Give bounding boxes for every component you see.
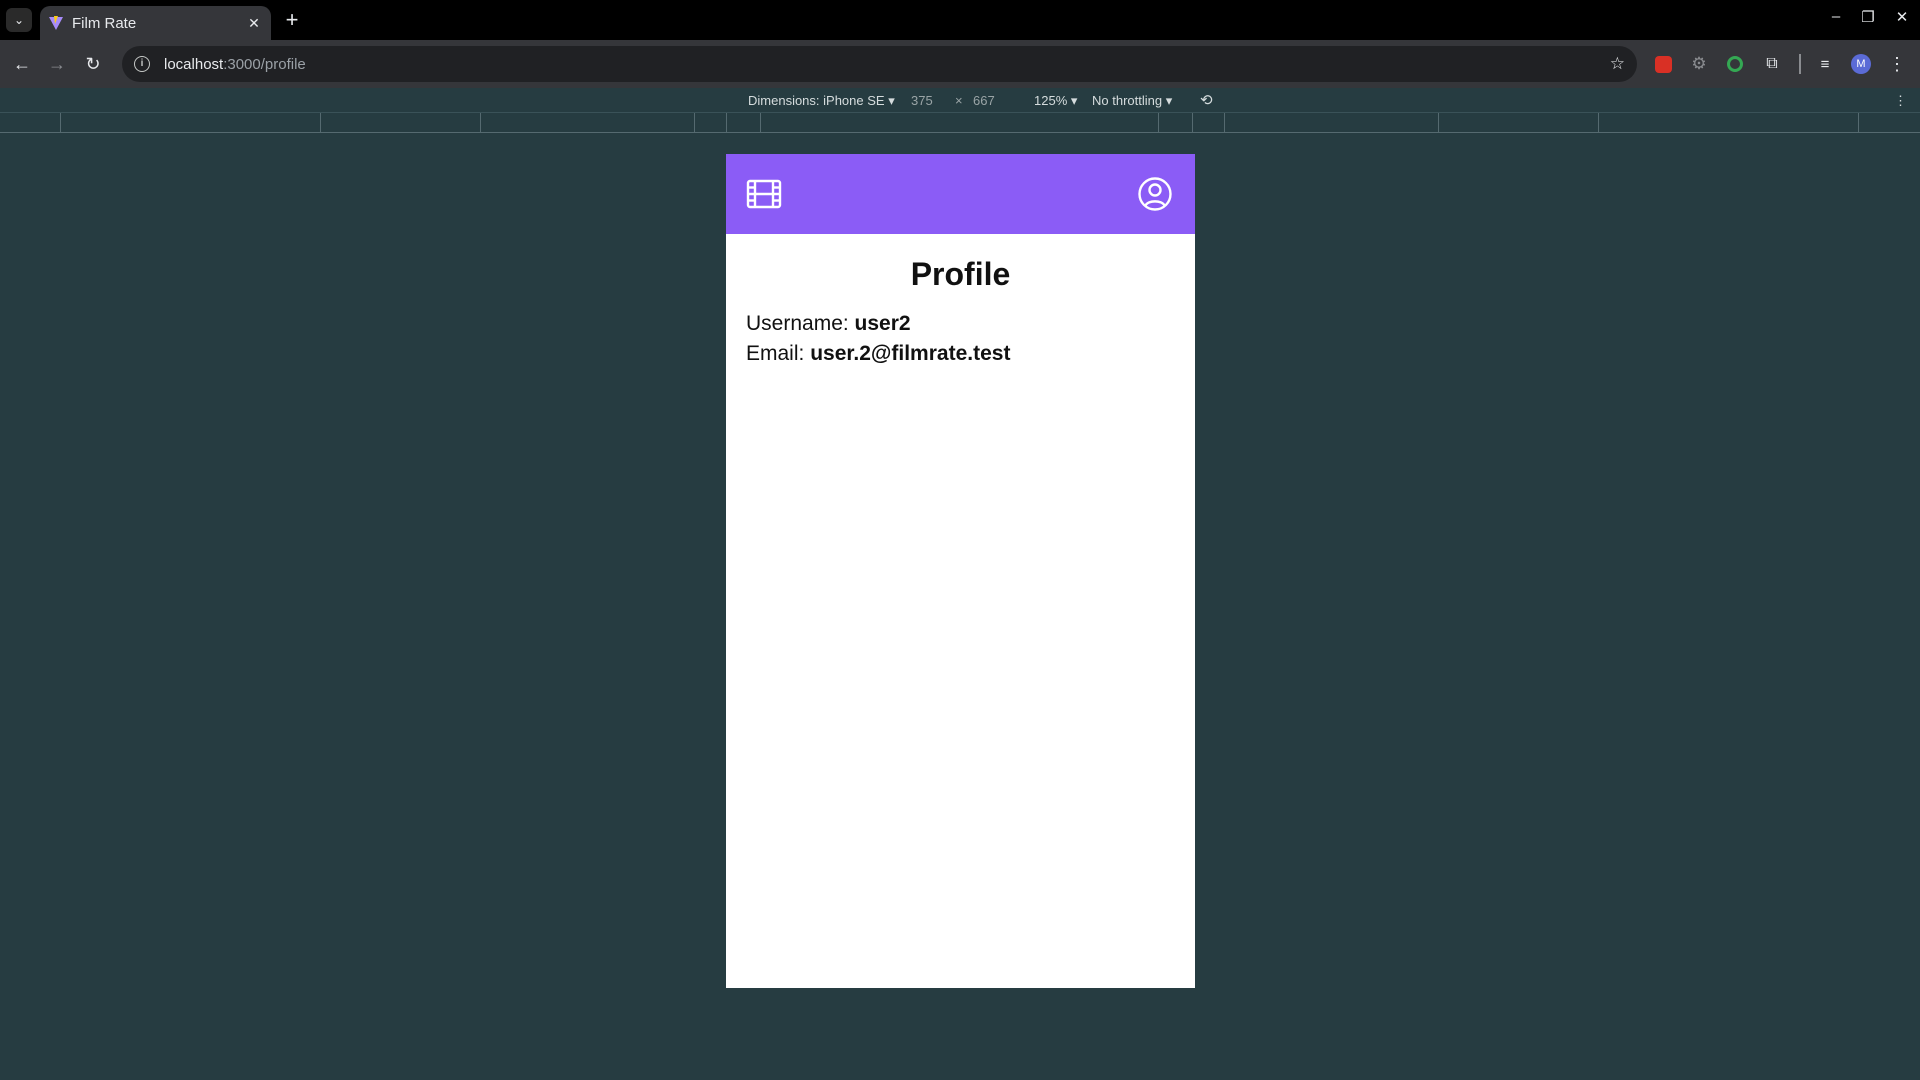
reload-icon[interactable]: ↻ — [81, 52, 105, 76]
browser-toolbar: ← → ↻ i localhost:3000/profile ☆ ⚙ ⧉ ≡ M… — [0, 40, 1920, 88]
extension-red-icon[interactable] — [1652, 53, 1674, 75]
throttling-select[interactable]: No throttling ▾ — [1092, 93, 1172, 109]
device-dimensions-select[interactable]: Dimensions: iPhone SE ▾ — [748, 93, 895, 109]
dimension-separator: × — [955, 93, 963, 108]
window-close-icon[interactable]: ✕ — [1890, 8, 1914, 26]
page-title: Profile — [910, 256, 1011, 292]
device-toolbar: Dimensions: iPhone SE ▾ 375 × 667 125% ▾… — [0, 88, 1920, 113]
address-bar[interactable]: i localhost:3000/profile ☆ — [122, 46, 1637, 82]
email-row: Email: user.2@filmrate.test — [746, 339, 1175, 369]
forward-arrow-icon[interactable]: → — [45, 52, 69, 76]
film-icon[interactable] — [746, 176, 782, 212]
profile-info: Username: user2 Email: user.2@filmrate.t… — [726, 309, 1195, 369]
chevron-down-icon: ⌄ — [13, 13, 25, 27]
tab-strip: ⌄ Film Rate ✕ + – ❐ ✕ — [0, 0, 1920, 40]
bookmark-star-icon[interactable]: ☆ — [1610, 54, 1625, 74]
app-header — [726, 154, 1195, 234]
username-row: Username: user2 — [746, 309, 1175, 339]
username-value: user2 — [854, 312, 911, 335]
device-height-input[interactable]: 667 — [973, 93, 995, 108]
device-toolbar-menu-icon[interactable]: ⋮ — [1894, 93, 1907, 109]
user-circle-icon[interactable] — [1137, 176, 1173, 212]
site-info-icon[interactable]: i — [134, 56, 150, 72]
minimize-icon[interactable]: – — [1824, 8, 1848, 25]
new-tab-button[interactable]: + — [282, 7, 302, 33]
url-text[interactable]: localhost:3000/profile — [164, 56, 306, 73]
zoom-select[interactable]: 125% ▾ — [1034, 93, 1077, 109]
username-label: Username: — [746, 312, 849, 335]
toolbar-divider — [1799, 54, 1801, 74]
tab-search-button[interactable]: ⌄ — [6, 8, 32, 32]
media-query-ruler — [0, 113, 1920, 133]
media-controls-icon[interactable]: ≡ — [1814, 53, 1836, 75]
device-viewport: Profile Username: user2 Email: user.2@fi… — [726, 154, 1195, 988]
profile-avatar[interactable]: M — [1850, 53, 1872, 75]
extension-green-circle-icon[interactable] — [1724, 53, 1746, 75]
tab-title: Film Rate — [72, 14, 137, 32]
restore-icon[interactable]: ❐ — [1856, 8, 1880, 26]
close-icon[interactable]: ✕ — [245, 15, 263, 32]
vite-logo-icon — [49, 16, 63, 30]
browser-tab[interactable]: Film Rate ✕ — [40, 6, 271, 40]
extensions-puzzle-icon[interactable]: ⧉ — [1761, 53, 1783, 75]
rotate-icon[interactable]: ⟲ — [1200, 91, 1213, 109]
device-width-input[interactable]: 375 — [911, 93, 933, 108]
browser-menu-icon[interactable]: ⋮ — [1886, 53, 1908, 75]
email-value: user.2@filmrate.test — [810, 342, 1011, 365]
email-label: Email: — [746, 342, 805, 365]
back-arrow-icon[interactable]: ← — [10, 52, 34, 76]
extension-gear-icon[interactable]: ⚙ — [1688, 53, 1710, 75]
